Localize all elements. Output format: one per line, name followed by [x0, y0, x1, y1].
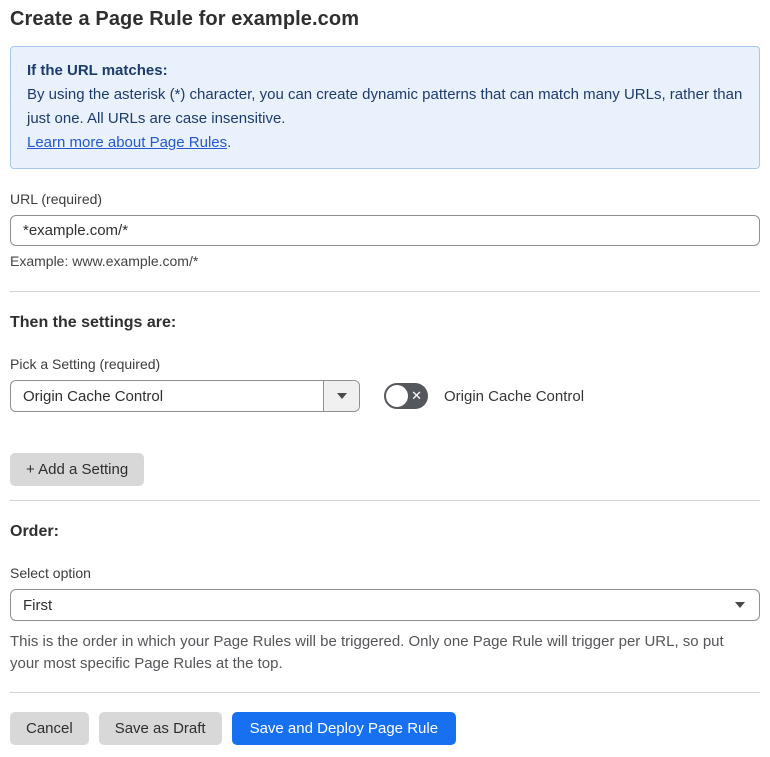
page-title: Create a Page Rule for example.com — [10, 8, 360, 30]
setting-select[interactable]: Origin Cache Control — [10, 380, 360, 412]
cancel-button[interactable]: Cancel — [10, 712, 89, 745]
save-and-deploy-button[interactable]: Save and Deploy Page Rule — [231, 712, 457, 745]
create-page-rule-form: Create a Page Rule for example.com If th… — [10, 8, 760, 745]
setting-select-value: Origin Cache Control — [23, 387, 164, 405]
url-example-helper: Example: www.example.com/* — [10, 253, 199, 269]
url-input[interactable] — [10, 215, 760, 246]
chevron-down-icon — [735, 602, 745, 608]
order-helper-text: This is the order in which your Page Rul… — [10, 633, 724, 672]
save-as-draft-button[interactable]: Save as Draft — [98, 712, 222, 745]
setting-select-arrow-button[interactable] — [323, 381, 359, 411]
url-match-notice: If the URL matches: By using the asteris… — [10, 46, 760, 169]
learn-more-link[interactable]: Learn more about Page Rules — [27, 134, 227, 151]
chevron-down-icon — [336, 393, 347, 399]
order-select-value: First — [23, 596, 53, 614]
origin-cache-control-toggle[interactable]: ✕ — [384, 383, 428, 409]
order-select-arrow — [735, 590, 745, 620]
footer-actions: Cancel Save as Draft Save and Deploy Pag… — [10, 712, 760, 745]
add-setting-button[interactable]: + Add a Setting — [10, 453, 145, 486]
setting-row: Origin Cache Control ✕ Origin Cache Cont… — [10, 380, 760, 412]
notice-link-line: Learn more about Page Rules. — [27, 131, 743, 155]
notice-body: By using the asterisk (*) character, you… — [27, 86, 743, 127]
toggle-off-x-icon: ✕ — [411, 388, 422, 404]
url-label: URL (required) — [10, 191, 103, 207]
order-heading: Order: — [10, 523, 59, 540]
settings-heading: Then the settings are: — [10, 314, 177, 331]
notice-heading: If the URL matches: — [27, 62, 168, 79]
toggle-knob — [386, 385, 408, 407]
divider — [10, 500, 760, 501]
toggle-label: Origin Cache Control — [444, 387, 585, 405]
select-option-label: Select option — [10, 565, 91, 581]
link-suffix: . — [227, 134, 232, 151]
divider — [10, 692, 760, 693]
order-select[interactable]: First — [10, 589, 760, 621]
pick-setting-label: Pick a Setting (required) — [10, 356, 161, 372]
divider — [10, 291, 760, 292]
